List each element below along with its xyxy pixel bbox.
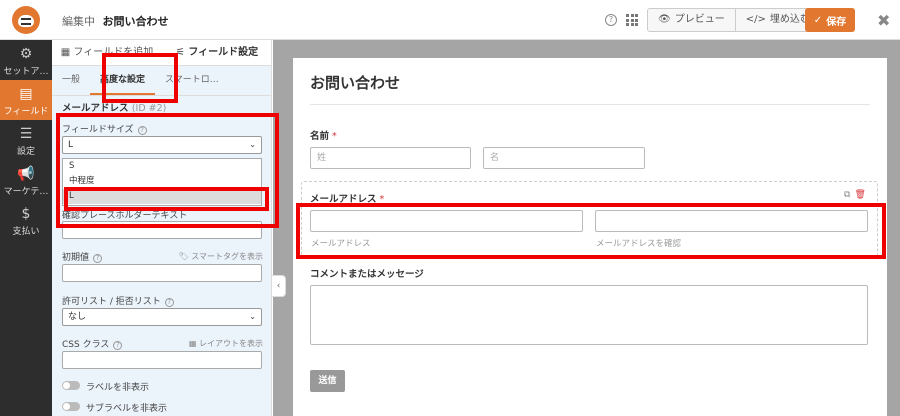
form-name: お問い合わせ (102, 15, 169, 28)
save-label: 保存 (826, 16, 847, 28)
default-value-label-text: 初期値 (62, 253, 90, 263)
hide-sublabel-text: サブラベルを非表示 (86, 404, 168, 414)
hide-sublabel-toggle[interactable] (62, 402, 80, 411)
default-value-label: 初期値? (62, 250, 103, 263)
hide-label-toggle[interactable] (62, 381, 80, 390)
gear-icon: ⚙ (19, 46, 33, 62)
help-icon[interactable]: ? (605, 14, 617, 26)
editing-prefix: 編集中 (62, 15, 95, 28)
nav-label: 支払い (12, 227, 40, 237)
nav-item-setup[interactable]: ⚙ セットア… (0, 40, 52, 80)
message-field-label: コメントまたはメッセージ (310, 269, 424, 280)
preview-button[interactable]: 👁 プレビュー (648, 9, 735, 31)
help-icon[interactable]: ? (164, 298, 174, 307)
help-icon[interactable]: ? (113, 341, 123, 350)
nav-item-payments[interactable]: $ 支払い (0, 200, 52, 240)
tab-field-options-label: フィールド設定 (188, 47, 259, 58)
submit-button[interactable]: 送信 (310, 370, 345, 392)
name-label-text: 名前 (310, 131, 330, 142)
trash-icon[interactable]: 🗑 (854, 190, 865, 200)
preview-embed-group: 👁 プレビュー </> 埋め込む (647, 8, 821, 32)
close-icon[interactable]: ✖ (877, 11, 890, 30)
duplicate-icon[interactable]: ⧉ (844, 190, 850, 200)
last-name-input[interactable]: 名 (483, 147, 645, 169)
check-icon: ✓ (813, 14, 823, 26)
allow-deny-value: なし (68, 312, 87, 322)
hide-label-text: ラベルを非表示 (86, 383, 150, 393)
tab-field-options[interactable]: ⚟ フィールド設定 (162, 40, 271, 65)
help-icon[interactable]: ? (93, 254, 103, 263)
chevron-left-icon: ‹ (276, 281, 281, 291)
layouts-label: レイアウトを表示 (199, 339, 263, 348)
nav-item-marketing[interactable]: 📢 マーケテ… (0, 160, 52, 200)
form-preview-title: お問い合わせ (310, 74, 401, 92)
fields-icon: ▤ (19, 86, 33, 102)
css-class-input[interactable] (62, 351, 262, 369)
nav-item-settings[interactable]: ☰ 設定 (0, 120, 52, 160)
layouts-link[interactable]: ▦ レイアウトを表示 (189, 338, 263, 349)
default-value-input[interactable] (62, 264, 262, 282)
highlight-email-field (296, 203, 886, 259)
wpforms-logo[interactable] (0, 0, 52, 40)
code-icon: </> (745, 14, 766, 25)
nav-label: マーケテ… (3, 187, 49, 197)
nav-label: セットア… (3, 67, 49, 77)
message-textarea[interactable] (310, 285, 868, 345)
editing-title: 編集中 お問い合わせ (62, 13, 169, 29)
sub-tab-general[interactable]: 一般 (52, 66, 90, 95)
preview-label: プレビュー (674, 14, 725, 25)
highlight-size-option-l (64, 187, 269, 211)
collapse-panel-handle[interactable]: ‹ (272, 275, 286, 297)
layout-icon: ▦ (188, 339, 199, 348)
embed-label: 埋め込む (769, 14, 810, 25)
nav-label: フィールド (3, 107, 49, 117)
megaphone-icon: 📢 (17, 166, 35, 182)
grid-icon[interactable] (626, 14, 638, 26)
css-class-label-text: CSS クラス (62, 340, 110, 350)
top-bar: 編集中 お問い合わせ ? 👁 プレビュー </> 埋め込む ✓ 保存 ✖ (0, 0, 900, 40)
eye-icon: 👁 (658, 14, 671, 25)
sliders-icon: ☰ (19, 126, 33, 142)
save-button[interactable]: ✓ 保存 (805, 8, 855, 32)
dollar-icon: $ (21, 206, 31, 222)
allow-deny-label: 許可リスト / 拒否リスト? (62, 294, 174, 307)
allow-deny-label-text: 許可リスト / 拒否リスト (62, 297, 161, 307)
required-mark: * (332, 131, 337, 142)
smart-tags-link[interactable]: 🏷 スマートタグを表示 (179, 251, 263, 262)
css-class-label: CSS クラス? (62, 337, 123, 350)
name-field-label: 名前 * (310, 128, 337, 142)
first-name-input[interactable]: 姓 (310, 147, 471, 169)
bear-logo-icon (12, 6, 40, 34)
builder-nav: ⚙ セットア… ▤ フィールド ☰ 設定 📢 マーケテ… $ 支払い (0, 40, 52, 416)
tag-icon: 🏷 (178, 252, 192, 261)
form-divider (310, 104, 870, 105)
chevron-down-icon: ⌄ (249, 312, 256, 321)
nav-label: 設定 (16, 147, 35, 157)
smart-tags-label: スマートタグを表示 (191, 252, 263, 261)
field-actions: ⧉ 🗑 (844, 190, 866, 200)
allow-deny-select[interactable]: なし ⌄ (62, 308, 262, 326)
list-icon: ▦ (60, 47, 74, 58)
highlight-advanced-tab (102, 53, 178, 103)
nav-item-fields[interactable]: ▤ フィールド (0, 80, 52, 120)
